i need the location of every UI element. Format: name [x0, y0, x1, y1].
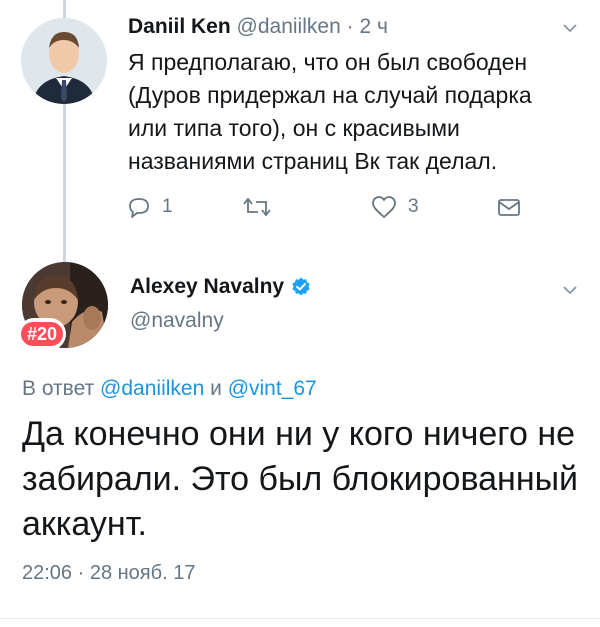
tweet-text: Я предполагаю, что он был свободен (Дуро…: [128, 49, 532, 174]
avatar[interactable]: [21, 18, 107, 104]
tweet-timestamp[interactable]: 22:06 · 28 нояб. 17: [22, 562, 195, 585]
chevron-down-icon[interactable]: [562, 20, 578, 36]
retweet-icon: [243, 197, 271, 217]
tweet-header: Alexey Navalny: [130, 274, 312, 300]
badge-label: #20: [20, 322, 64, 346]
avatar-badge: #20: [20, 320, 64, 348]
envelope-icon: [498, 199, 520, 216]
reply-button[interactable]: 1: [126, 192, 173, 222]
author-name[interactable]: Alexey Navalny: [130, 274, 284, 300]
tweet-actions: 1 3: [126, 192, 526, 222]
like-count: 3: [408, 196, 419, 217]
reply-user-link[interactable]: @vint_67: [228, 377, 317, 400]
tweet-header: Daniil Ken @daniilken · 2 ч: [128, 14, 388, 40]
divider: [0, 618, 600, 619]
like-button[interactable]: 3: [370, 192, 419, 222]
main-tweet[interactable]: #20 Alexey Navalny @navalny В ответ @dan…: [0, 262, 600, 627]
author-handle[interactable]: @daniilken: [237, 15, 341, 38]
reply-context: В ответ @daniilken и @vint_67: [22, 376, 317, 402]
parent-tweet[interactable]: Daniil Ken @daniilken · 2 ч Я предполага…: [0, 0, 600, 262]
retweet-button[interactable]: [242, 192, 282, 222]
separator: ·: [346, 15, 354, 38]
tweet-text: Да конечно они ни у кого ничего не забир…: [22, 415, 579, 543]
reply-icon: [129, 198, 149, 218]
direct-message-button[interactable]: [496, 192, 522, 222]
author-name[interactable]: Daniil Ken: [128, 15, 231, 38]
reply-user-link[interactable]: @daniilken: [100, 377, 204, 400]
chevron-down-icon[interactable]: [562, 282, 578, 298]
reply-count: 1: [162, 196, 173, 217]
tweet-time[interactable]: 2 ч: [359, 15, 387, 38]
reply-prefix: В ответ: [22, 377, 95, 400]
author-handle[interactable]: @navalny: [130, 308, 224, 334]
reply-conjunction: и: [210, 377, 222, 400]
verified-badge-icon: [292, 277, 310, 296]
heart-icon: [372, 196, 396, 218]
